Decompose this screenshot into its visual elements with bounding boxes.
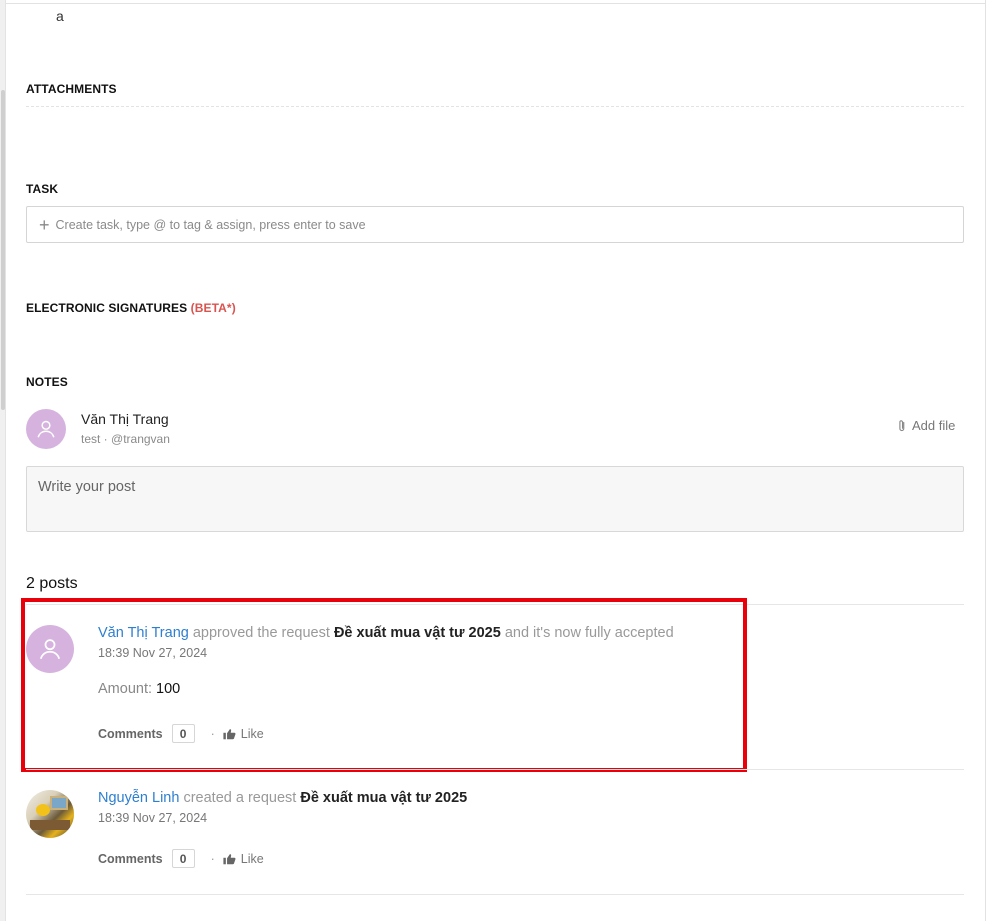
- post-editor[interactable]: [26, 466, 964, 532]
- post-action: created a request: [183, 790, 297, 806]
- like-label: Like: [240, 851, 264, 866]
- notes-title: NOTES: [26, 375, 68, 389]
- task-input-wrapper[interactable]: +: [26, 206, 964, 243]
- task-title: TASK: [26, 182, 59, 196]
- beta-badge: (BETA*): [190, 301, 236, 315]
- scrollbar-thumb[interactable]: [1, 90, 5, 410]
- thumbs-up-icon: [223, 853, 236, 864]
- post-avatar-photo[interactable]: [26, 790, 74, 838]
- attachments-title: ATTACHMENTS: [26, 82, 117, 96]
- composer-avatar: [26, 409, 66, 449]
- task-input[interactable]: [55, 217, 963, 232]
- action-separator: ·: [210, 851, 215, 866]
- paperclip-icon: [899, 419, 905, 431]
- signatures-title: ELECTRONIC SIGNATURES (BETA*): [26, 301, 236, 315]
- posts-count: 2 posts: [26, 575, 78, 592]
- avatar-photo-flower: [36, 804, 50, 816]
- add-file-label: Add file: [912, 418, 956, 433]
- post-input[interactable]: [38, 479, 952, 519]
- user-icon: [37, 420, 55, 438]
- avatar-photo-table: [30, 820, 70, 830]
- signatures-title-text: ELECTRONIC SIGNATURES: [26, 301, 188, 315]
- plus-icon: +: [39, 214, 50, 235]
- avatar-photo-frame: [50, 796, 68, 810]
- comments-button[interactable]: Comments: [98, 852, 163, 866]
- composer-user-handle: test · @trangvan: [81, 432, 170, 446]
- post-divider: [26, 769, 964, 770]
- right-border: [985, 0, 986, 921]
- vertical-scrollbar[interactable]: [0, 0, 6, 921]
- attachments-divider: [26, 106, 964, 107]
- comments-count: 0: [171, 849, 195, 868]
- add-file-button[interactable]: Add file: [896, 418, 955, 433]
- post-divider: [26, 894, 964, 895]
- description-text: a: [56, 8, 64, 24]
- post-headline: Nguyễn Linh created a request Đề xuất mu…: [98, 790, 467, 806]
- post-timestamp: 18:39 Nov 27, 2024: [98, 811, 208, 825]
- like-button[interactable]: Like: [223, 852, 264, 866]
- composer-user-name: Văn Thị Trang: [81, 411, 169, 427]
- post-request-link[interactable]: Đề xuất mua vật tư 2025: [300, 790, 467, 806]
- post-actions: Comments 0 · Like: [98, 849, 264, 868]
- top-border: [6, 3, 985, 4]
- highlight-box: [21, 598, 747, 772]
- post-author-link[interactable]: Nguyễn Linh: [98, 790, 179, 806]
